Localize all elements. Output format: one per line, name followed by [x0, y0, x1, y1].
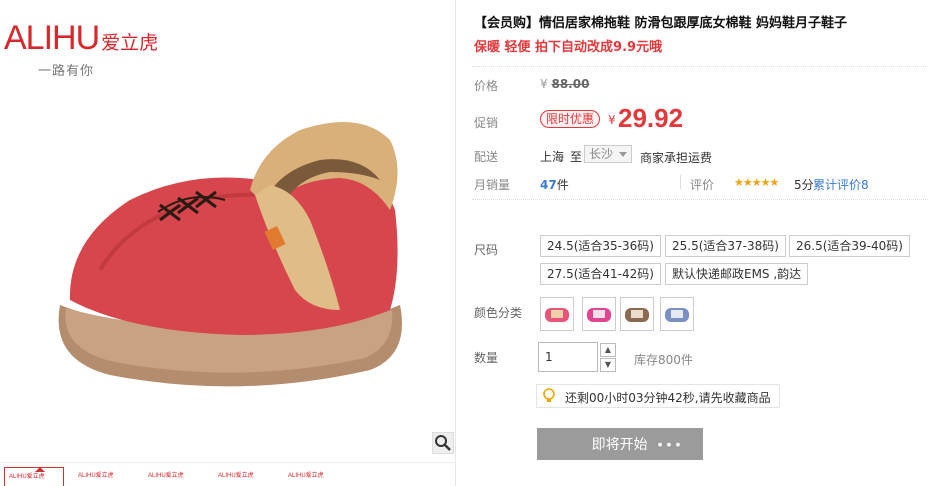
- thumbnail[interactable]: ALIHU爱立虎: [4, 467, 64, 486]
- slipper-thumbnail-icon: [665, 308, 689, 322]
- product-info: 【会员购】情侣居家棉拖鞋 防滑包跟厚底女棉鞋 妈妈鞋月子鞋子 保暖 轻便 拍下自…: [472, 0, 928, 486]
- slipper-thumbnail-icon: [545, 308, 569, 322]
- thumbnail[interactable]: ALIHU爱立虎: [144, 467, 204, 486]
- active-indicator-icon: [35, 467, 45, 472]
- slipper-thumbnail-icon: [625, 308, 649, 322]
- thumbnail-strip: ALIHU爱立虎 ALIHU爱立虎 ALIHU爱立虎 ALIHU爱立虎 ALIH…: [0, 462, 456, 486]
- promo-label: 促销: [474, 116, 499, 130]
- size-label: 尺码: [474, 243, 499, 257]
- thumbnail[interactable]: ALIHU爱立虎: [284, 467, 344, 486]
- coming-soon-label: 即将开始: [591, 436, 648, 452]
- currency-symbol: ¥: [540, 77, 548, 91]
- product-gallery: ALIHU 爱立虎 一路有你 ALIHU爱立虎 ALIHU爱立虎 ALIHU爱立…: [0, 0, 456, 486]
- color-swatch[interactable]: [540, 297, 574, 331]
- currency-symbol: ¥: [608, 113, 616, 127]
- shipping-label: 配送: [474, 150, 499, 164]
- countdown-notice: 还剩00小时03分钟42秒,请先收藏商品: [536, 384, 780, 408]
- color-label: 颜色分类: [474, 306, 523, 320]
- quantity-increase-button[interactable]: ▲: [600, 343, 616, 357]
- quantity-input[interactable]: [538, 342, 598, 372]
- shipping-option[interactable]: 默认快递邮政EMS ,韵达: [665, 263, 809, 285]
- color-swatch[interactable]: [620, 297, 654, 331]
- lightbulb-icon: [543, 388, 555, 402]
- color-swatch[interactable]: [660, 297, 694, 331]
- product-subtitle: 保暖 轻便 拍下自动改成9.9元哦: [474, 40, 663, 55]
- thumbnail[interactable]: ALIHU爱立虎: [74, 467, 134, 486]
- thumbnail[interactable]: ALIHU爱立虎: [214, 467, 274, 486]
- quantity-label: 数量: [474, 351, 499, 365]
- monthly-sales: 47件: [540, 176, 569, 193]
- stock-info: 库存800件: [634, 353, 693, 367]
- promo-badge: 限时优惠: [540, 110, 601, 128]
- shipping-to-word: 至: [570, 150, 583, 164]
- size-option[interactable]: 26.5(适合39-40码): [789, 235, 910, 257]
- original-price: ¥ 88.00: [540, 77, 589, 91]
- size-option[interactable]: 24.5(适合35-36码): [540, 235, 661, 257]
- review-count-link[interactable]: 累计评价8: [813, 176, 869, 193]
- quantity-decrease-button[interactable]: ▼: [600, 358, 616, 372]
- slipper-thumbnail-icon: [587, 308, 611, 322]
- price-label: 价格: [474, 79, 499, 93]
- rating-score: 5分: [794, 178, 814, 192]
- shipping-from: 上海: [540, 150, 565, 164]
- monthly-sales-label: 月销量: [474, 178, 511, 192]
- product-main-image: [58, 122, 403, 387]
- promo-price: 29.92: [618, 103, 684, 133]
- destination-city-select[interactable]: 长沙: [584, 145, 633, 163]
- rating-label: 评价: [690, 178, 715, 192]
- size-option[interactable]: 27.5(适合41-42码): [540, 263, 661, 285]
- zoom-button[interactable]: [432, 432, 454, 454]
- shipping-fee-note: 商家承担运费: [640, 151, 713, 165]
- monthly-sales-count: 47: [540, 178, 557, 192]
- monthly-sales-unit: 件: [556, 178, 569, 192]
- size-option[interactable]: 25.5(适合37-38码): [665, 235, 786, 257]
- ellipsis-icon: •••: [657, 436, 685, 452]
- brand-slogan: 一路有你: [38, 64, 95, 79]
- countdown-text: 还剩00小时03分钟42秒,请先收藏商品: [565, 391, 771, 405]
- divider: [680, 175, 681, 189]
- coming-soon-button[interactable]: 即将开始 •••: [537, 428, 703, 460]
- brand-logo: ALIHU 爱立虎: [4, 20, 158, 56]
- brand-name-latin: ALIHU: [4, 19, 100, 57]
- magnifier-icon: [435, 435, 451, 451]
- product-page: ALIHU 爱立虎 一路有你 ALIHU爱立虎 ALIHU爱立虎 ALIHU爱立…: [0, 0, 928, 486]
- rating-stars-icon: ★★★★★: [734, 176, 779, 189]
- brand-name-cn: 爱立虎: [101, 32, 159, 54]
- original-price-value: 88.00: [551, 77, 590, 91]
- product-title: 【会员购】情侣居家棉拖鞋 防滑包跟厚底女棉鞋 妈妈鞋月子鞋子: [474, 16, 848, 31]
- color-swatch[interactable]: [582, 297, 616, 331]
